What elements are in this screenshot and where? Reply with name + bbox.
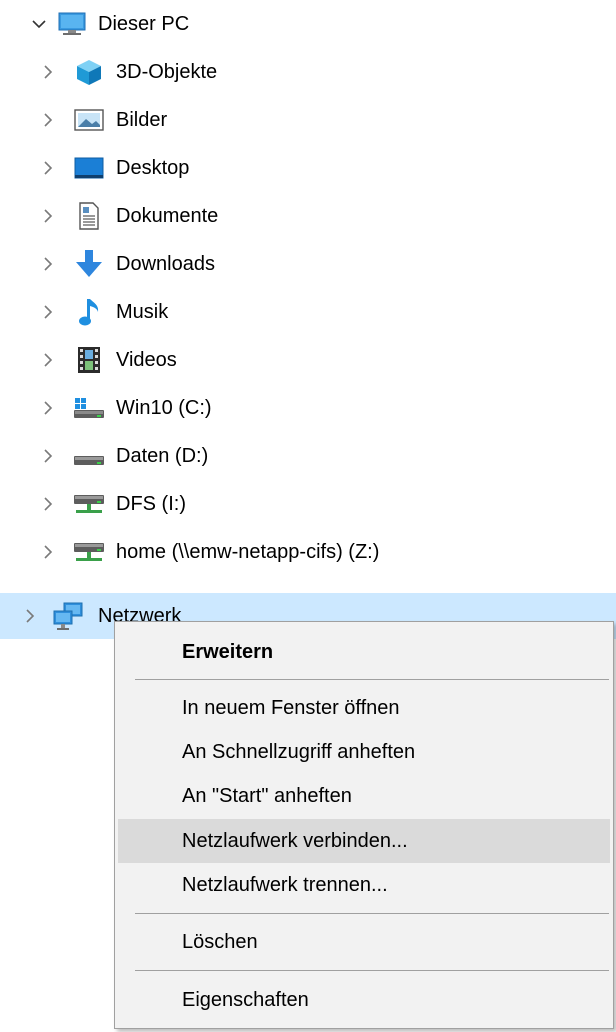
tree-item-desktop[interactable]: Desktop	[0, 145, 616, 191]
chevron-right-icon[interactable]	[20, 606, 40, 626]
tree-item-daten-d[interactable]: Daten (D:)	[0, 433, 616, 479]
tree-item-label: home (\\emw-netapp-cifs) (Z:)	[116, 540, 380, 563]
tree-item-label: DFS (I:)	[116, 492, 186, 515]
menu-item-open-new-window[interactable]: In neuem Fenster öffnen	[118, 686, 610, 730]
menu-item-erweitern[interactable]: Erweitern	[118, 630, 610, 674]
network-drive-icon	[72, 487, 106, 521]
tree-item-dieser-pc[interactable]: Dieser PC	[0, 1, 616, 47]
menu-item-map-network-drive[interactable]: Netzlaufwerk verbinden...	[118, 819, 610, 863]
chevron-right-icon[interactable]	[38, 62, 58, 82]
menu-item-pin-start[interactable]: An "Start" anheften	[118, 774, 610, 818]
network-drive-icon	[72, 535, 106, 569]
chevron-right-icon[interactable]	[38, 302, 58, 322]
menu-item-label: An "Start" anheften	[182, 784, 352, 807]
menu-separator	[135, 913, 609, 914]
chevron-right-icon[interactable]	[38, 350, 58, 370]
chevron-right-icon[interactable]	[38, 542, 58, 562]
context-menu: Erweitern In neuem Fenster öffnen An Sch…	[114, 621, 614, 1029]
tree-item-label: Downloads	[116, 252, 215, 275]
tree-item-downloads[interactable]: Downloads	[0, 241, 616, 287]
menu-item-label: In neuem Fenster öffnen	[182, 696, 400, 719]
menu-item-pin-quick-access[interactable]: An Schnellzugriff anheften	[118, 730, 610, 774]
pictures-icon	[72, 103, 106, 137]
menu-item-label: Erweitern	[182, 640, 274, 663]
documents-icon	[72, 199, 106, 233]
tree-item-label: Dokumente	[116, 204, 219, 227]
menu-item-label: Netzlaufwerk trennen...	[182, 873, 388, 896]
3d-objects-icon	[72, 55, 106, 89]
tree-item-dokumente[interactable]: Dokumente	[0, 193, 616, 239]
chevron-down-icon[interactable]	[29, 14, 49, 34]
chevron-right-icon[interactable]	[38, 110, 58, 130]
tree-item-label: Desktop	[116, 156, 190, 179]
tree-item-win10-c[interactable]: Win10 (C:)	[0, 385, 616, 431]
menu-item-disconnect-network-drive[interactable]: Netzlaufwerk trennen...	[118, 863, 610, 907]
videos-icon	[72, 343, 106, 377]
desktop-icon	[72, 151, 106, 185]
menu-item-properties[interactable]: Eigenschaften	[118, 978, 610, 1022]
chevron-right-icon[interactable]	[38, 158, 58, 178]
menu-item-label: Löschen	[182, 930, 258, 953]
tree-item-3d-objekte[interactable]: 3D-Objekte	[0, 49, 616, 95]
menu-item-delete[interactable]: Löschen	[118, 920, 610, 964]
tree-item-label: Videos	[116, 348, 177, 371]
chevron-right-icon[interactable]	[38, 446, 58, 466]
chevron-right-icon[interactable]	[38, 398, 58, 418]
tree-item-label: 3D-Objekte	[116, 60, 218, 83]
menu-item-label: Netzlaufwerk verbinden...	[182, 829, 408, 852]
tree-item-musik[interactable]: Musik	[0, 289, 616, 335]
chevron-right-icon[interactable]	[38, 494, 58, 514]
system-drive-icon	[72, 391, 106, 425]
chevron-right-icon[interactable]	[38, 206, 58, 226]
tree-item-label: Win10 (C:)	[116, 396, 212, 419]
tree-item-dfs-i[interactable]: DFS (I:)	[0, 481, 616, 527]
music-icon	[72, 295, 106, 329]
menu-item-label: An Schnellzugriff anheften	[182, 740, 416, 763]
tree-item-home-z[interactable]: home (\\emw-netapp-cifs) (Z:)	[0, 529, 616, 575]
tree-item-label: Bilder	[116, 108, 168, 131]
tree-item-label: Daten (D:)	[116, 444, 209, 467]
network-icon	[52, 599, 86, 633]
tree-item-bilder[interactable]: Bilder	[0, 97, 616, 143]
menu-separator	[135, 970, 609, 971]
tree-item-label: Dieser PC	[98, 12, 190, 35]
computer-icon	[55, 7, 89, 41]
menu-item-label: Eigenschaften	[182, 988, 309, 1011]
chevron-right-icon[interactable]	[38, 254, 58, 274]
drive-icon	[72, 439, 106, 473]
tree-item-videos[interactable]: Videos	[0, 337, 616, 383]
menu-separator	[135, 679, 609, 680]
tree-item-label: Musik	[116, 300, 169, 323]
downloads-icon	[72, 247, 106, 281]
